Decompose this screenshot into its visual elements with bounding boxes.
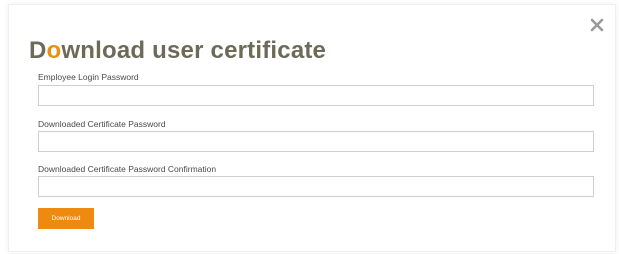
download-button[interactable]: Download <box>38 208 94 229</box>
download-certificate-dialog: Download user certificate Employee Login… <box>8 4 616 252</box>
employee-login-password-label: Employee Login Password <box>38 72 139 82</box>
page: Download user certificate Employee Login… <box>0 0 619 254</box>
certificate-password-label: Downloaded Certificate Password <box>38 119 166 129</box>
certificate-password-confirmation-label: Downloaded Certificate Password Confirma… <box>38 164 217 174</box>
dialog-title: Download user certificate <box>29 37 326 65</box>
title-first-letter: D <box>29 37 47 64</box>
close-icon[interactable] <box>589 17 605 33</box>
certificate-password-confirmation-input[interactable] <box>38 176 594 197</box>
employee-login-password-input[interactable] <box>38 85 594 106</box>
title-rest: wnload user certificate <box>61 37 327 64</box>
title-accent-letter: o <box>46 37 62 64</box>
certificate-password-input[interactable] <box>38 131 594 152</box>
